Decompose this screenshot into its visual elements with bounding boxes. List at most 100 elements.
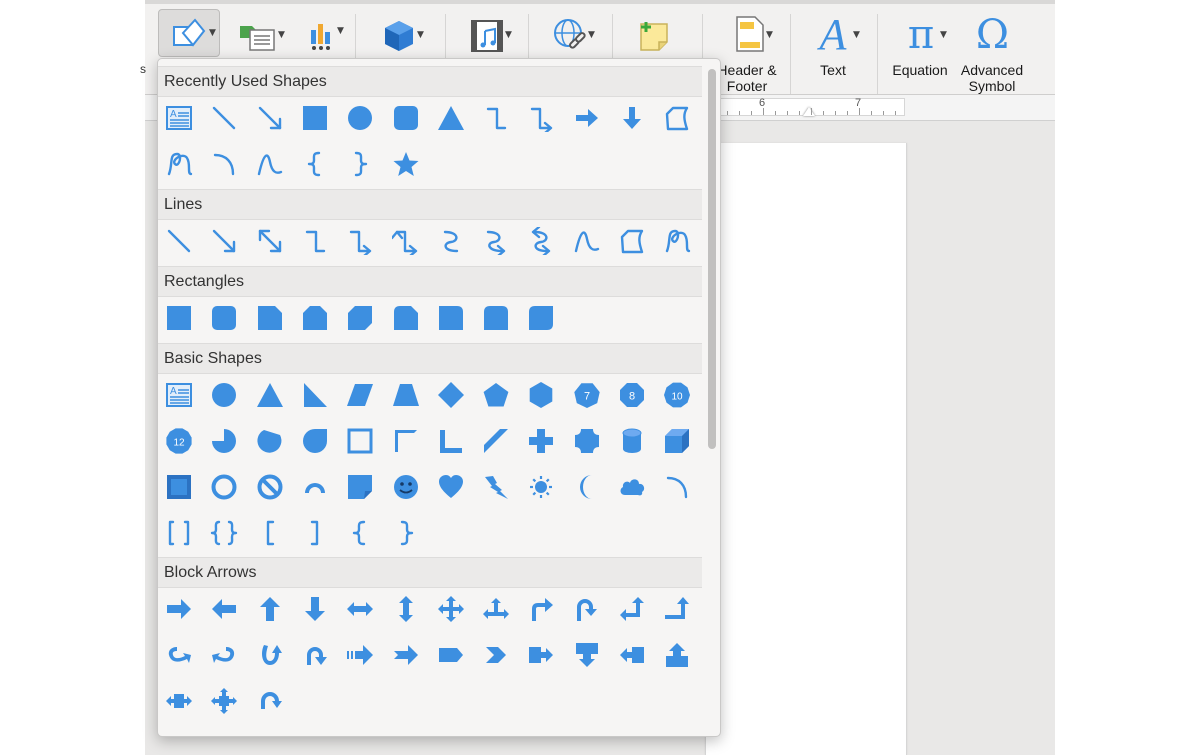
media-button[interactable]: ▼: [457, 14, 517, 58]
text-button[interactable]: A ▼: [803, 10, 863, 60]
shape-option[interactable]: [208, 639, 240, 671]
shape-option[interactable]: [344, 471, 376, 503]
shape-option[interactable]: [254, 593, 286, 625]
shape-option[interactable]: [661, 225, 693, 257]
shape-option[interactable]: 8: [616, 379, 648, 411]
shape-option[interactable]: [299, 102, 331, 134]
shape-option[interactable]: 10: [661, 379, 693, 411]
shape-option[interactable]: [571, 639, 603, 671]
shape-option[interactable]: [571, 225, 603, 257]
shape-option[interactable]: [525, 639, 557, 671]
shape-option[interactable]: [616, 593, 648, 625]
shape-option[interactable]: [661, 471, 693, 503]
shape-option[interactable]: [299, 471, 331, 503]
shape-option[interactable]: [344, 148, 376, 180]
shape-option[interactable]: [616, 471, 648, 503]
shape-option[interactable]: [344, 302, 376, 334]
smartart-button[interactable]: ▼: [228, 14, 288, 58]
shape-option[interactable]: [435, 379, 467, 411]
shape-option[interactable]: 7: [571, 379, 603, 411]
shape-option[interactable]: [480, 471, 512, 503]
shape-option[interactable]: [163, 685, 195, 717]
comment-button[interactable]: [623, 14, 683, 58]
shape-option[interactable]: [480, 379, 512, 411]
shape-option[interactable]: [344, 593, 376, 625]
shape-option[interactable]: 12: [163, 425, 195, 457]
shape-option[interactable]: [163, 471, 195, 503]
shapes-button[interactable]: ▼: [158, 9, 220, 57]
shape-option[interactable]: [435, 225, 467, 257]
shape-option[interactable]: [480, 425, 512, 457]
shape-option[interactable]: [661, 639, 693, 671]
shape-option[interactable]: [480, 102, 512, 134]
shape-option[interactable]: [254, 639, 286, 671]
shape-option[interactable]: [525, 102, 557, 134]
shape-option[interactable]: [208, 102, 240, 134]
shape-option[interactable]: [661, 102, 693, 134]
shape-option[interactable]: [435, 425, 467, 457]
shape-option[interactable]: [344, 517, 376, 549]
shape-option[interactable]: [163, 225, 195, 257]
shape-option[interactable]: [390, 302, 422, 334]
shape-option[interactable]: [616, 102, 648, 134]
shape-option[interactable]: [254, 302, 286, 334]
shape-option[interactable]: [163, 517, 195, 549]
scrollbar-thumb[interactable]: [708, 69, 716, 449]
shape-option[interactable]: [571, 425, 603, 457]
document-page[interactable]: [705, 143, 907, 755]
shape-option[interactable]: [344, 425, 376, 457]
shape-option[interactable]: [525, 425, 557, 457]
shape-option[interactable]: [616, 425, 648, 457]
shape-option[interactable]: [254, 225, 286, 257]
shape-option[interactable]: [480, 593, 512, 625]
shape-option[interactable]: [208, 593, 240, 625]
shape-option[interactable]: [480, 302, 512, 334]
shape-option[interactable]: [299, 639, 331, 671]
shape-option[interactable]: [208, 425, 240, 457]
shape-option[interactable]: [299, 302, 331, 334]
shape-option[interactable]: [525, 302, 557, 334]
shape-option[interactable]: [571, 471, 603, 503]
shape-option[interactable]: [571, 102, 603, 134]
shape-option[interactable]: [571, 593, 603, 625]
shape-option[interactable]: [163, 639, 195, 671]
shape-option[interactable]: [480, 225, 512, 257]
shape-option[interactable]: [344, 639, 376, 671]
shape-option[interactable]: [390, 425, 422, 457]
shape-option[interactable]: [435, 593, 467, 625]
shape-option[interactable]: [480, 639, 512, 671]
shape-option[interactable]: [163, 302, 195, 334]
shape-option[interactable]: [435, 639, 467, 671]
shape-option[interactable]: [208, 379, 240, 411]
shape-option[interactable]: A: [163, 102, 195, 134]
shape-option[interactable]: [390, 517, 422, 549]
shape-option[interactable]: [163, 593, 195, 625]
shape-option[interactable]: [390, 639, 422, 671]
shape-option[interactable]: [435, 471, 467, 503]
shape-option[interactable]: [390, 225, 422, 257]
shape-option[interactable]: [254, 379, 286, 411]
shape-option[interactable]: [208, 517, 240, 549]
shape-option[interactable]: [299, 425, 331, 457]
shape-option[interactable]: [390, 471, 422, 503]
shape-option[interactable]: [208, 225, 240, 257]
shape-option[interactable]: [299, 593, 331, 625]
shape-option[interactable]: [525, 225, 557, 257]
shape-option[interactable]: [344, 102, 376, 134]
equation-button[interactable]: π ▼: [890, 10, 952, 60]
shape-option[interactable]: [616, 639, 648, 671]
shape-option[interactable]: [299, 517, 331, 549]
shape-option[interactable]: [299, 148, 331, 180]
shape-option[interactable]: [435, 302, 467, 334]
shape-option[interactable]: [661, 593, 693, 625]
shape-option[interactable]: [254, 102, 286, 134]
shape-option[interactable]: [299, 379, 331, 411]
shape-option[interactable]: A: [163, 379, 195, 411]
indent-marker-icon[interactable]: [803, 107, 815, 116]
shape-option[interactable]: [208, 685, 240, 717]
shape-option[interactable]: [616, 225, 648, 257]
3d-models-button[interactable]: ▼: [369, 14, 429, 58]
shape-option[interactable]: [435, 102, 467, 134]
shape-option[interactable]: [525, 471, 557, 503]
shape-option[interactable]: [390, 593, 422, 625]
